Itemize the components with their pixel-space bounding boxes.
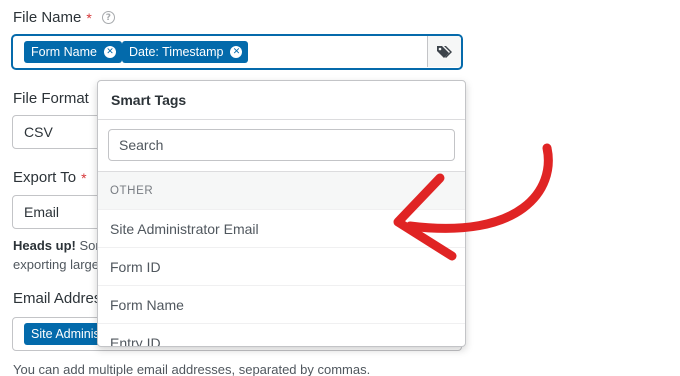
chip-remove-icon[interactable]: ✕ bbox=[103, 46, 116, 58]
export-settings-panel: File Name * ? Form Name ✕ Date: Timestam… bbox=[0, 0, 680, 376]
smart-tags-title: Smart Tags bbox=[111, 92, 187, 108]
file-format-label-text: File Format bbox=[13, 90, 89, 107]
smart-tag-site-administrator-email[interactable]: Site Administrator Email bbox=[98, 209, 465, 247]
chip-label: Form Name bbox=[31, 45, 97, 59]
export-to-label-text: Export To bbox=[13, 169, 77, 186]
email-address-label-text: Email Address bbox=[13, 290, 109, 307]
email-hint: You can add multiple email addresses, se… bbox=[13, 362, 371, 376]
export-notice: Heads up! Som exporting large bbox=[13, 236, 106, 274]
smart-tag-entry-id[interactable]: Entry ID bbox=[98, 323, 465, 346]
export-to-label: Export To * ? bbox=[13, 169, 110, 186]
smart-tag-form-name[interactable]: Form Name bbox=[98, 285, 465, 323]
notice-line-2: exporting large bbox=[13, 257, 99, 272]
group-header-other: OTHER bbox=[98, 171, 465, 209]
notice-bold: Heads up! bbox=[13, 238, 76, 253]
chip-date-timestamp: Date: Timestamp ✕ bbox=[122, 41, 249, 63]
file-name-tags-input[interactable]: Form Name ✕ Date: Timestamp ✕ bbox=[12, 35, 462, 69]
smart-tags-list: OTHER Site Administrator Email Form ID F… bbox=[98, 171, 465, 346]
file-format-value: CSV bbox=[24, 124, 53, 140]
tags-icon bbox=[436, 45, 452, 58]
export-to-value: Email bbox=[24, 204, 60, 220]
chip-form-name: Form Name ✕ bbox=[24, 41, 122, 63]
smart-tag-form-id[interactable]: Form ID bbox=[98, 247, 465, 285]
email-address-label: Email Address bbox=[13, 290, 109, 307]
chip-remove-icon[interactable]: ✕ bbox=[230, 46, 243, 58]
smart-tags-dropdown: Smart Tags OTHER Site Administrator Emai… bbox=[97, 80, 466, 347]
file-name-label-text: File Name bbox=[13, 9, 82, 26]
file-name-label: File Name * ? bbox=[13, 9, 115, 26]
divider bbox=[98, 119, 465, 120]
required-mark: * bbox=[86, 9, 92, 26]
help-icon[interactable]: ? bbox=[101, 11, 115, 24]
smart-tags-search-input[interactable] bbox=[108, 129, 455, 161]
required-mark: * bbox=[81, 169, 87, 186]
chip-label: Date: Timestamp bbox=[129, 45, 224, 59]
smart-tags-button[interactable] bbox=[427, 36, 461, 67]
chip-label: Site Adminis bbox=[31, 327, 100, 341]
